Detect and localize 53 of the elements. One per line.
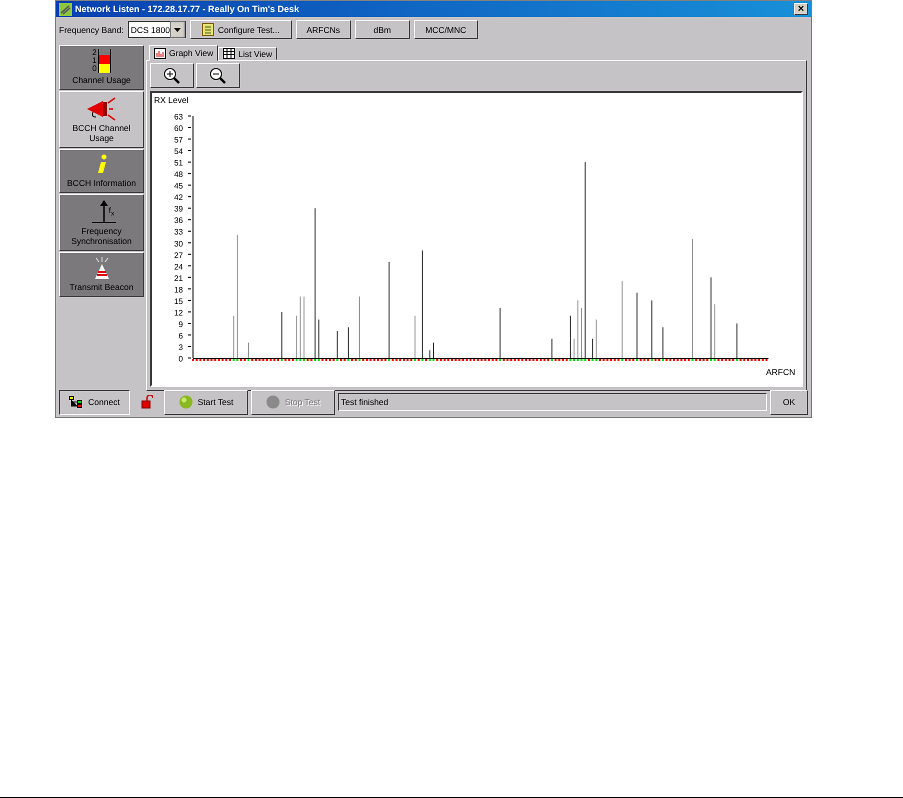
y-tick-label: 36 — [174, 216, 183, 226]
y-tick-label: 18 — [174, 285, 183, 294]
ball-icon — [266, 395, 280, 409]
frequency-band-dropdown[interactable]: DCS 1800 — [128, 21, 186, 38]
y-tick-label: 45 — [174, 182, 183, 191]
y-tick-label: 63 — [174, 112, 183, 122]
sidebar-item[interactable]: BCCH Information — [59, 149, 144, 193]
y-tick-label: 6 — [178, 331, 183, 340]
y-tick-label: 9 — [178, 320, 183, 329]
toolbar-button[interactable]: dBm — [354, 20, 410, 39]
y-tick-label: 24 — [174, 262, 183, 272]
sidebar-item[interactable]: f$_{x}$ Frequency Synchronisation — [59, 194, 144, 251]
y-axis-label: RX Level — [154, 95, 188, 105]
sidebar-item[interactable]: BCCH Channel Usage — [59, 91, 144, 148]
y-tick-label: 33 — [174, 228, 183, 237]
tab[interactable]: List View — [218, 47, 278, 60]
y-tick-label: 57 — [174, 136, 183, 145]
y-tick-label: 54 — [174, 147, 183, 156]
zoom-out-button[interactable] — [196, 63, 240, 88]
y-tick-label: 15 — [174, 296, 183, 306]
network-icon — [69, 396, 84, 408]
window-title: Network Listen - 172.28.17.77 - Really On Tim's Desk — [75, 4, 300, 14]
y-tick-label: 51 — [174, 158, 183, 168]
y-tick-label: 21 — [174, 274, 183, 283]
zoom-in-icon — [163, 66, 181, 84]
x-axis-label: ARFCN — [766, 367, 796, 377]
y-tick-label: 27 — [174, 250, 183, 260]
status-field: Test finished — [338, 393, 767, 411]
app-icon — [59, 2, 72, 16]
frequency-band-label: Frequency Band: — [59, 24, 124, 34]
bar-chart-icon — [154, 48, 166, 58]
clipboard-icon — [202, 23, 214, 36]
ok-button[interactable]: OK — [770, 390, 808, 414]
y-tick-label: 12 — [174, 308, 183, 318]
toolbar-button[interactable]: MCC/MNC — [414, 20, 478, 39]
y-tick-label: 42 — [174, 193, 183, 202]
toolbar-button[interactable]: Configure Test... — [190, 20, 292, 39]
sidebar-item[interactable]: Transmit Beacon — [59, 252, 144, 297]
sidebar-item[interactable]: 2 1 0 Channel Usage — [59, 45, 144, 90]
zoom-in-button[interactable] — [150, 63, 194, 88]
ball-icon — [178, 395, 193, 409]
toolbar-button[interactable]: ARFCNs — [296, 20, 351, 39]
y-tick-label: 60 — [174, 124, 183, 134]
y-tick-label: 48 — [174, 170, 183, 180]
y-tick-label: 39 — [174, 204, 183, 214]
close-button[interactable]: × — [794, 3, 808, 15]
start-test-button[interactable]: Start Test — [164, 390, 248, 414]
y-tick-label: 3 — [178, 342, 183, 352]
y-tick-label: 0 — [178, 354, 183, 364]
y-tick-label: 30 — [174, 239, 183, 248]
tab[interactable]: Graph View — [149, 45, 218, 61]
zoom-out-icon — [209, 66, 227, 84]
connect-button[interactable]: Connect — [59, 390, 130, 414]
